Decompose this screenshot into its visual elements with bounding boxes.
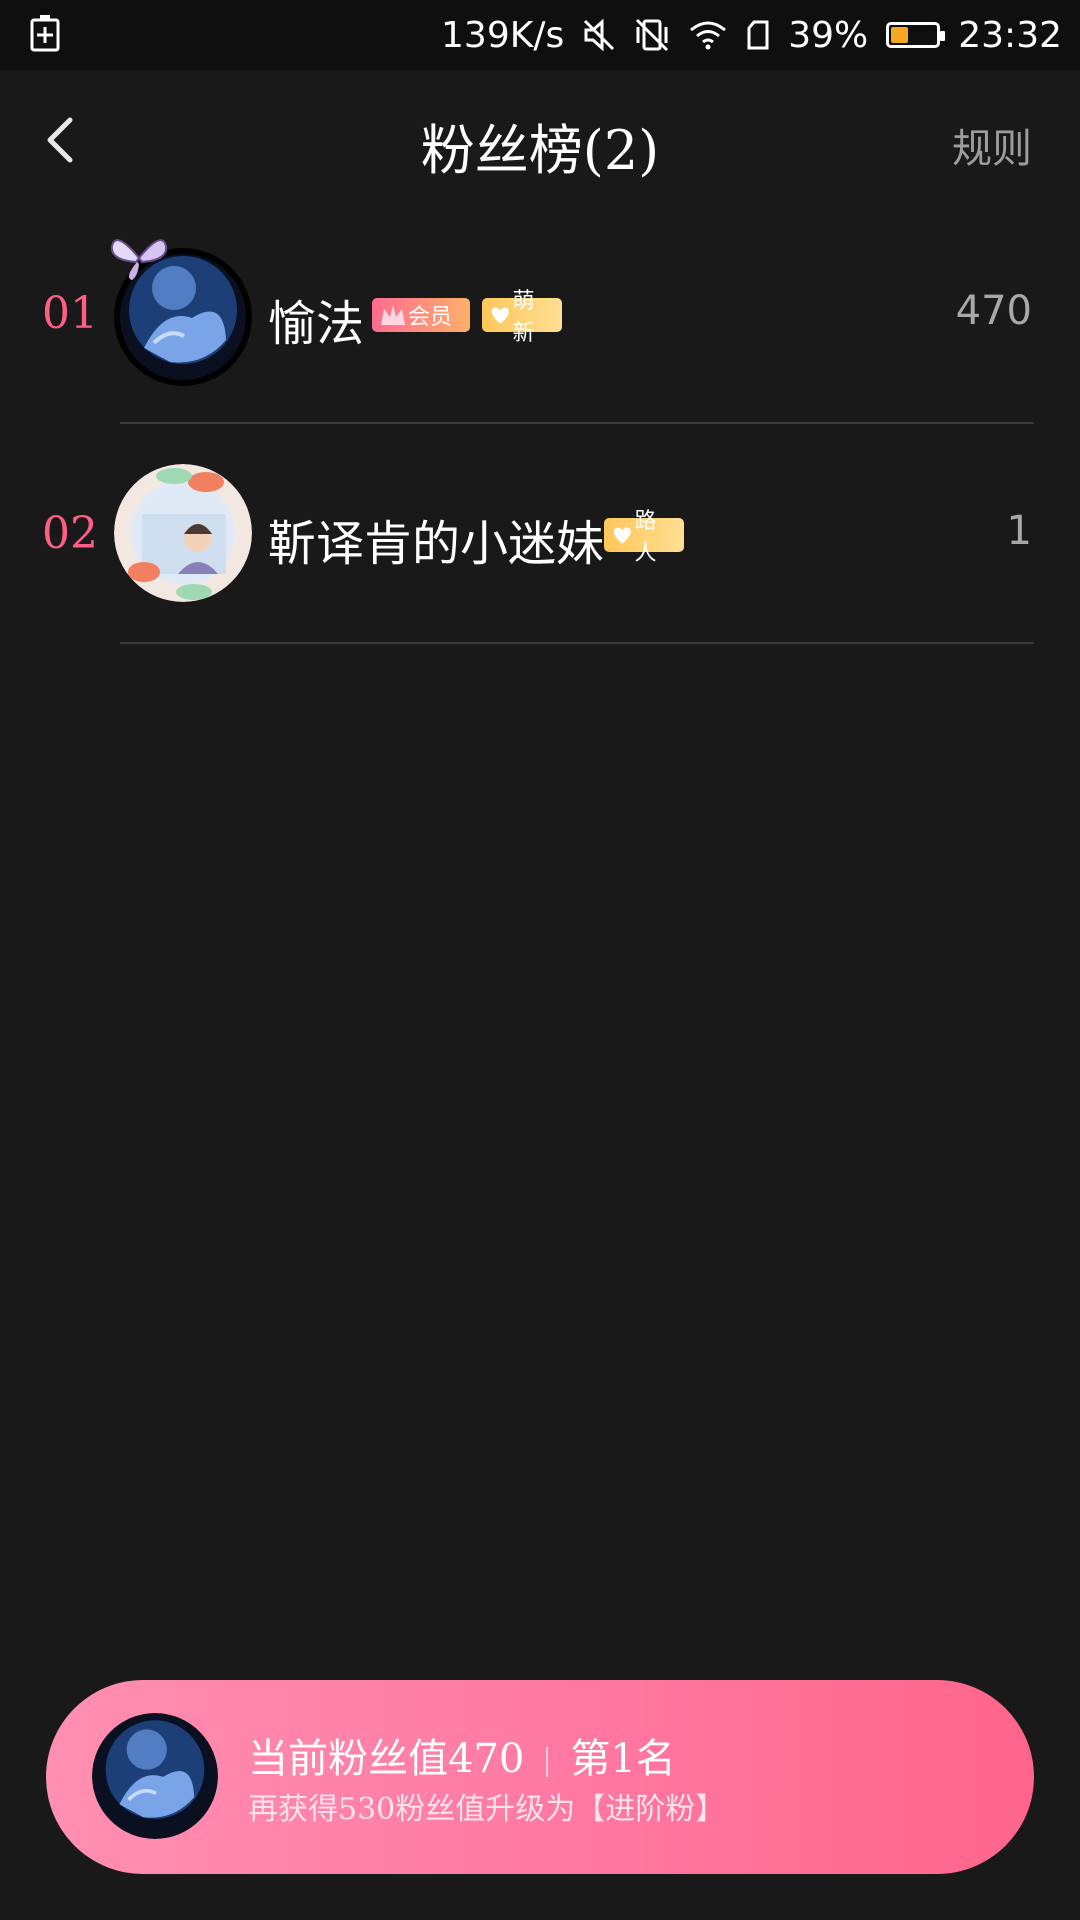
vibrate-off-icon [634, 17, 670, 53]
avatar[interactable] [114, 464, 252, 602]
mute-icon [582, 18, 616, 52]
fan-name: 靳译肯的小迷妹 [268, 516, 605, 572]
net-speed: 139K/s [441, 14, 565, 56]
wifi-icon [688, 20, 728, 50]
current-rank: 第1名 [570, 1736, 676, 1782]
crown-icon [381, 305, 405, 325]
top-bar: 粉丝榜(2) 规则 [0, 70, 1080, 210]
page-title: 粉丝榜(2) [420, 119, 660, 182]
fan-name: 愉法 [268, 296, 365, 352]
battery-percent: 39% [788, 14, 869, 56]
level-badge-label: 路人 [634, 509, 657, 566]
fan-score: 470 [955, 288, 1032, 334]
clock: 23:32 [958, 14, 1062, 56]
status-bar: 139K/s 39% 23:32 [0, 0, 1080, 70]
fan-score: 1 [1006, 508, 1032, 554]
fan-list-item[interactable]: 02 靳译肯的小迷妹 路人 1 [0, 424, 1080, 644]
fan-list-item[interactable]: 01 愉法 会员 萌新 470 [0, 204, 1080, 424]
my-fan-status-banner[interactable]: 当前粉丝值470 第1名 再获得530粉丝值升级为【进阶粉】 [46, 1680, 1034, 1874]
level-badge: 路人 [604, 509, 684, 566]
heart-icon [491, 307, 509, 324]
member-badge-label: 会员 [408, 305, 453, 330]
sim-icon [746, 20, 770, 50]
rank-number: 02 [42, 508, 98, 559]
level-badge-label: 萌新 [512, 289, 535, 346]
battery-saver-icon [30, 14, 60, 52]
my-avatar [92, 1713, 218, 1839]
member-badge: 会员 [372, 298, 470, 332]
current-fan-value: 当前粉丝值470 [248, 1736, 525, 1782]
heart-icon [613, 527, 631, 544]
level-badge: 萌新 [482, 289, 562, 346]
battery-icon [886, 22, 946, 48]
rules-link[interactable]: 规则 [952, 116, 1032, 174]
fan-value-line: 当前粉丝值470 第1名 [248, 1726, 676, 1784]
separator [546, 1747, 549, 1777]
upgrade-hint: 再获得530粉丝值升级为【进阶粉】 [248, 1792, 726, 1827]
butterfly-icon [110, 239, 168, 280]
divider [120, 642, 1034, 644]
rank-number: 01 [42, 288, 98, 339]
